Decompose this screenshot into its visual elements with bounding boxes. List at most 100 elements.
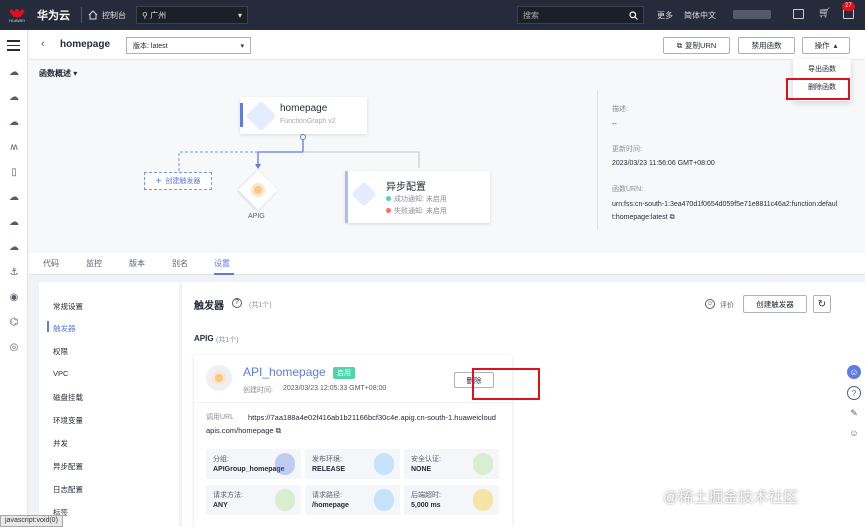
highlight-box	[786, 78, 850, 100]
caret-down-icon: ▾	[240, 42, 244, 50]
account-name-blurred[interactable]	[733, 10, 771, 19]
async-icon	[351, 181, 377, 207]
export-function-item[interactable]: 导出函数	[793, 62, 851, 77]
flow-connectors	[178, 134, 420, 173]
nav-vpc[interactable]: VPC	[53, 369, 68, 378]
location-icon: ⚲	[142, 10, 151, 20]
huawei-logo[interactable]: HUAWEI	[5, 7, 29, 23]
monitor-icon[interactable]: ◉	[7, 290, 21, 304]
console-link[interactable]: 控制台	[88, 10, 126, 21]
cloud-database-icon[interactable]: ☁︎	[7, 240, 21, 254]
apig-icon	[251, 183, 265, 197]
async-title: 异步配置	[386, 182, 426, 193]
nav-env-vars[interactable]: 环境变量	[53, 415, 83, 426]
browser-status-bar: javascript:void(0)	[0, 515, 63, 527]
function-tabs: 代码 监控 版本 别名 设置	[29, 253, 865, 275]
node-accent	[240, 103, 243, 127]
smile-icon[interactable]: ☺	[705, 299, 715, 309]
feedback-icon[interactable]: ✎	[847, 406, 861, 420]
apig-group-title: APIG	[194, 334, 214, 343]
console-label: 控制台	[102, 10, 126, 20]
nav-async-config[interactable]: 异步配置	[53, 461, 83, 472]
disable-function-button[interactable]: 禁用函数	[738, 37, 795, 54]
info-cell-timeout: 后端超时: 5,000 ms	[404, 485, 499, 515]
create-trigger-button[interactable]: 创建触发器	[743, 295, 807, 313]
cloud-icon[interactable]: ☁︎	[7, 65, 21, 79]
group-icon	[275, 453, 295, 475]
function-node[interactable]: homepage FunctionGraph v2	[240, 97, 367, 134]
timer-icon	[473, 489, 493, 511]
operations-button[interactable]: 操作 ▴	[802, 37, 850, 54]
cloud-server-icon[interactable]: ☁︎	[7, 90, 21, 104]
ticket-icon[interactable]	[793, 9, 804, 19]
function-header: ‹ homepage 版本: latest ▾ ⧉ 复制URN 禁用函数 操作 ▴	[29, 30, 865, 60]
highlight-box	[472, 368, 540, 400]
tab-aliases[interactable]: 别名	[172, 258, 188, 269]
rate-link[interactable]: 评价	[720, 300, 734, 310]
cloud-storage-icon[interactable]: ☁︎	[7, 115, 21, 129]
help-circle-icon[interactable]: ?	[847, 386, 861, 400]
nav-concurrency[interactable]: 并发	[53, 438, 68, 449]
info-cell-auth: 安全认证: NONE	[404, 449, 499, 479]
description-value: --	[612, 121, 617, 128]
tab-settings[interactable]: 设置	[214, 258, 230, 269]
brand-name[interactable]: 华为云	[37, 7, 75, 23]
code-icon	[374, 453, 394, 475]
nav-general[interactable]: 常规设置	[53, 301, 83, 312]
card-divider	[194, 402, 512, 403]
assistant-icon[interactable]: ☺	[847, 365, 861, 379]
network-icon[interactable]: ʍ	[7, 140, 21, 154]
smile-icon[interactable]: ☺	[847, 426, 861, 440]
trigger-name[interactable]: API_homepage	[243, 365, 326, 379]
search-input[interactable]: 搜索	[517, 6, 644, 24]
tab-monitor[interactable]: 监控	[86, 258, 102, 269]
version-select[interactable]: 版本: latest ▾	[126, 37, 251, 54]
document-icon[interactable]: ▯	[7, 165, 21, 179]
nav-log-config[interactable]: 日志配置	[53, 484, 83, 495]
more-link[interactable]: 更多	[657, 10, 673, 21]
back-arrow-icon[interactable]: ‹	[41, 38, 45, 50]
info-cell-path: 请求路径:/homepage	[305, 485, 400, 515]
created-value: 2023/03/23 12:05:33 GMT+08:00	[283, 385, 387, 392]
region-label: 广州	[150, 10, 167, 20]
nav-triggers[interactable]: 触发器	[53, 323, 76, 334]
info-cell-method: 请求方法: ANY	[206, 485, 301, 515]
tab-code[interactable]: 代码	[43, 258, 59, 269]
settings-nav: 常规设置 触发器 权限 VPC 磁盘挂载 环境变量 并发 异步配置 日志配置 标…	[39, 282, 179, 527]
trigger-card: API_homepage 启用 创建时间: 2023/03/23 12:05:3…	[194, 355, 512, 527]
globe-icon[interactable]: ◎	[7, 340, 21, 354]
cloud-backup-icon[interactable]: ☁︎	[7, 215, 21, 229]
method-icon	[275, 489, 295, 511]
menu-icon[interactable]	[7, 40, 20, 54]
logo-text: HUAWEI	[9, 18, 25, 23]
cluster-icon[interactable]: ⌬	[7, 315, 21, 329]
description-label: 描述:	[612, 106, 628, 113]
cart-icon[interactable]: 🛒︎	[818, 9, 831, 19]
language-switch[interactable]: 简体中文	[684, 10, 716, 21]
copy-icon[interactable]: ⧉	[276, 426, 281, 435]
caret-down-icon: ▾	[237, 10, 242, 20]
cloud-service-icon[interactable]: ☁︎	[7, 190, 21, 204]
tab-versions[interactable]: 版本	[129, 258, 145, 269]
apig-label: APIG	[248, 213, 265, 220]
nav-disk-mount[interactable]: 磁盘挂载	[53, 392, 83, 403]
refresh-icon[interactable]: ↻	[813, 295, 831, 313]
updated-value: 2023/03/23 11:56:06 GMT+08:00	[612, 160, 715, 167]
home-icon	[88, 10, 98, 20]
urn-label: 函数URN:	[612, 186, 644, 193]
copy-urn-button[interactable]: ⧉ 复制URN	[663, 37, 730, 54]
anchor-icon[interactable]: ⚓︎	[7, 265, 21, 279]
add-trigger-button[interactable]: + 创建触发器	[144, 172, 212, 190]
status-badge: 启用	[333, 367, 355, 379]
async-failure-status: 失败通知: 未启用	[386, 206, 447, 216]
invoke-url: https://7aa188a4e02f416ab1b21166bcf30c4e…	[206, 413, 496, 435]
info-cell-env: 发布环境: RELEASE	[305, 449, 400, 479]
divider	[81, 7, 82, 23]
async-config-node[interactable]: 异步配置 成功通知: 未启用 失败通知: 未启用	[345, 171, 490, 223]
nav-permissions[interactable]: 权限	[53, 346, 68, 357]
search-placeholder: 搜索	[523, 10, 539, 20]
region-selector[interactable]: ⚲ 广州 ▾	[136, 6, 248, 24]
copy-icon[interactable]: ⧉	[670, 214, 675, 221]
help-icon[interactable]: ?	[232, 298, 242, 308]
apig-icon	[212, 371, 226, 385]
